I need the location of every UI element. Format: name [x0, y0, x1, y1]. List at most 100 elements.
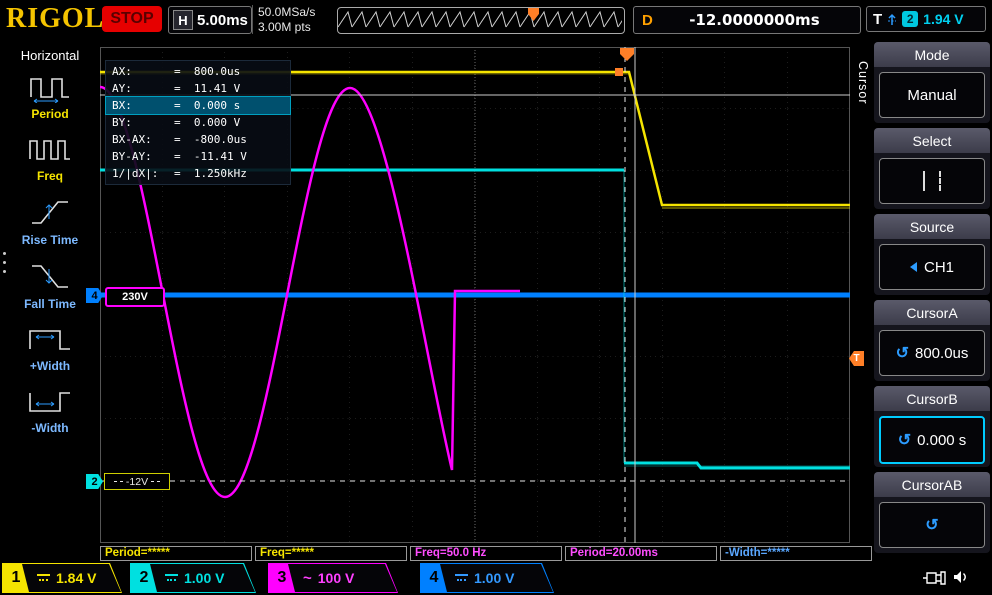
- ch4-number-badge: 4: [421, 564, 447, 592]
- cursor-readout-row: BY: = 0.000 V: [106, 114, 290, 131]
- ch3-scale-value: 100 V: [318, 570, 355, 586]
- menu-group-cursor-a: CursorA ↺ 800.0us: [874, 300, 990, 381]
- minus-width-icon: [28, 385, 72, 417]
- menu-header: CursorA: [874, 300, 990, 325]
- topbar-separator: [252, 5, 253, 34]
- rotate-knob-icon: ↺: [925, 515, 938, 535]
- cursor-readout-row: AY: = 11.41 V: [106, 80, 290, 97]
- measure-item-rise-time[interactable]: Rise Time: [22, 195, 78, 247]
- measure-item-period[interactable]: Period: [28, 71, 72, 121]
- sound-icon: [952, 568, 970, 586]
- right-soft-menu: Mode Manual Select Source CH1 CursorA ↺ …: [872, 42, 992, 562]
- menu-header: Select: [874, 128, 990, 153]
- memory-depth: 3.00M pts: [258, 20, 315, 35]
- ch2-scale-value: 1.00 V: [184, 570, 224, 586]
- trigger-point-marker: [615, 68, 623, 76]
- timebase-value: 5.00ms: [197, 12, 248, 29]
- acquisition-info: 50.0MSa/s 3.00M pts: [258, 5, 315, 35]
- trigger-level-value: 1.94 V: [923, 11, 963, 27]
- measurement-badge: -Width=*****: [720, 546, 872, 561]
- cursor-readout-row: BY-AY: = -11.41 V: [106, 148, 290, 165]
- measure-item-freq[interactable]: Freq: [28, 133, 72, 183]
- measure-item-label: +Width: [30, 359, 70, 373]
- measurement-badge: Period=*****: [100, 546, 252, 561]
- trigger-level-marker[interactable]: T: [849, 351, 864, 366]
- cursor-b-button[interactable]: ↺ 0.000 s: [879, 416, 985, 464]
- ch1-status-block[interactable]: 1 1.84 V: [2, 563, 122, 593]
- menu-header: CursorB: [874, 386, 990, 411]
- cursor-readout-row-selected: BX: = 0.000 s: [106, 97, 290, 114]
- waveform-overview-icon: [338, 8, 622, 31]
- delay-value: -12.0000000ms: [663, 11, 860, 29]
- left-arrow-icon: [910, 262, 917, 272]
- menu-header: Mode: [874, 42, 990, 67]
- rigol-logo: RIGOL: [6, 3, 104, 35]
- ch3-number-badge: 3: [269, 564, 295, 592]
- measure-item-neg-width[interactable]: -Width: [28, 385, 72, 435]
- dc-coupling-icon: [455, 573, 468, 583]
- active-menu-tab: Cursor: [852, 48, 870, 118]
- ch4-status-block[interactable]: 4 1.00 V: [420, 563, 554, 593]
- measure-item-pos-width[interactable]: +Width: [28, 323, 72, 373]
- plus-width-icon: [28, 323, 72, 355]
- source-button[interactable]: CH1: [879, 244, 985, 290]
- measurement-badge: Freq=50.0 Hz: [410, 546, 562, 561]
- measure-item-label: Rise Time: [22, 233, 78, 247]
- ch2-reference-level-label: -12V: [104, 473, 170, 490]
- ch1-scale-value: 1.84 V: [56, 570, 96, 586]
- trigger-box[interactable]: T 2 1.94 V: [866, 6, 986, 32]
- left-menu-title: Horizontal: [21, 48, 80, 63]
- select-button[interactable]: [879, 158, 985, 204]
- cursor-readout-box: AX: = 800.0us AY: = 11.41 V BX: = 0.000 …: [105, 60, 291, 185]
- measure-item-label: Period: [31, 107, 68, 121]
- rotate-knob-icon: ↺: [898, 430, 911, 450]
- horizontal-label: H: [173, 10, 193, 30]
- left-measure-menu: Horizontal Period Freq Rise Time: [0, 42, 100, 562]
- delay-label: D: [642, 12, 653, 29]
- measure-item-fall-time[interactable]: Fall Time: [24, 259, 76, 311]
- menu-header: Source: [874, 214, 990, 239]
- period-icon: [28, 71, 72, 103]
- run-state-badge[interactable]: STOP: [102, 6, 162, 32]
- measure-item-label: -Width: [31, 421, 68, 435]
- mode-button[interactable]: Manual: [879, 72, 985, 118]
- horizontal-timebase-box[interactable]: H 5.00ms: [168, 6, 252, 34]
- menu-scroll-indicator: [3, 252, 6, 273]
- ch1-number-badge: 1: [3, 564, 29, 592]
- channel-status-bar: 1 1.84 V 2 1.00 V 3 ~ 100 V 4 1.00: [0, 562, 992, 595]
- menu-group-cursor-ab: CursorAB ↺: [874, 472, 990, 553]
- ch4-scale-value: 1.00 V: [474, 570, 514, 586]
- fall-time-icon: [28, 259, 72, 293]
- cursor-readout-row: AX: = 800.0us: [106, 63, 290, 80]
- dc-coupling-icon: [165, 573, 178, 583]
- trigger-slope-icon: [887, 11, 897, 27]
- rotate-knob-icon: ↺: [896, 343, 909, 363]
- measurement-badge: Period=20.00ms: [565, 546, 717, 561]
- cursor-a-button[interactable]: ↺ 800.0us: [879, 330, 985, 376]
- sample-rate: 50.0MSa/s: [258, 5, 315, 20]
- dash-segment: [114, 481, 123, 482]
- ch3-status-block[interactable]: 3 ~ 100 V: [268, 563, 398, 593]
- measurement-badge: Freq=*****: [255, 546, 407, 561]
- waveform-position-bar[interactable]: [337, 7, 625, 34]
- trigger-source-badge: 2: [902, 11, 918, 27]
- rise-time-icon: [28, 195, 72, 229]
- ac-coupling-icon: ~: [303, 570, 312, 587]
- menu-group-source: Source CH1: [874, 214, 990, 295]
- ch3-level-label: 230V: [105, 287, 165, 307]
- menu-group-select: Select: [874, 128, 990, 209]
- trigger-label: T: [873, 11, 882, 28]
- cursor-ab-button[interactable]: ↺: [879, 502, 985, 548]
- dc-coupling-icon: [37, 573, 50, 583]
- menu-group-mode: Mode Manual: [874, 42, 990, 123]
- measure-item-label: Fall Time: [24, 297, 76, 311]
- measure-item-label: Freq: [37, 169, 63, 183]
- freq-icon: [28, 133, 72, 165]
- delay-box[interactable]: D -12.0000000ms: [633, 6, 861, 34]
- dash-segment: [151, 481, 160, 482]
- ch2-number-badge: 2: [131, 564, 157, 592]
- ch2-status-block[interactable]: 2 1.00 V: [130, 563, 256, 593]
- cursor-a-bar-icon: [923, 171, 925, 191]
- usb-icon: [922, 569, 946, 587]
- cursor-readout-row: BX-AX: = -800.0us: [106, 131, 290, 148]
